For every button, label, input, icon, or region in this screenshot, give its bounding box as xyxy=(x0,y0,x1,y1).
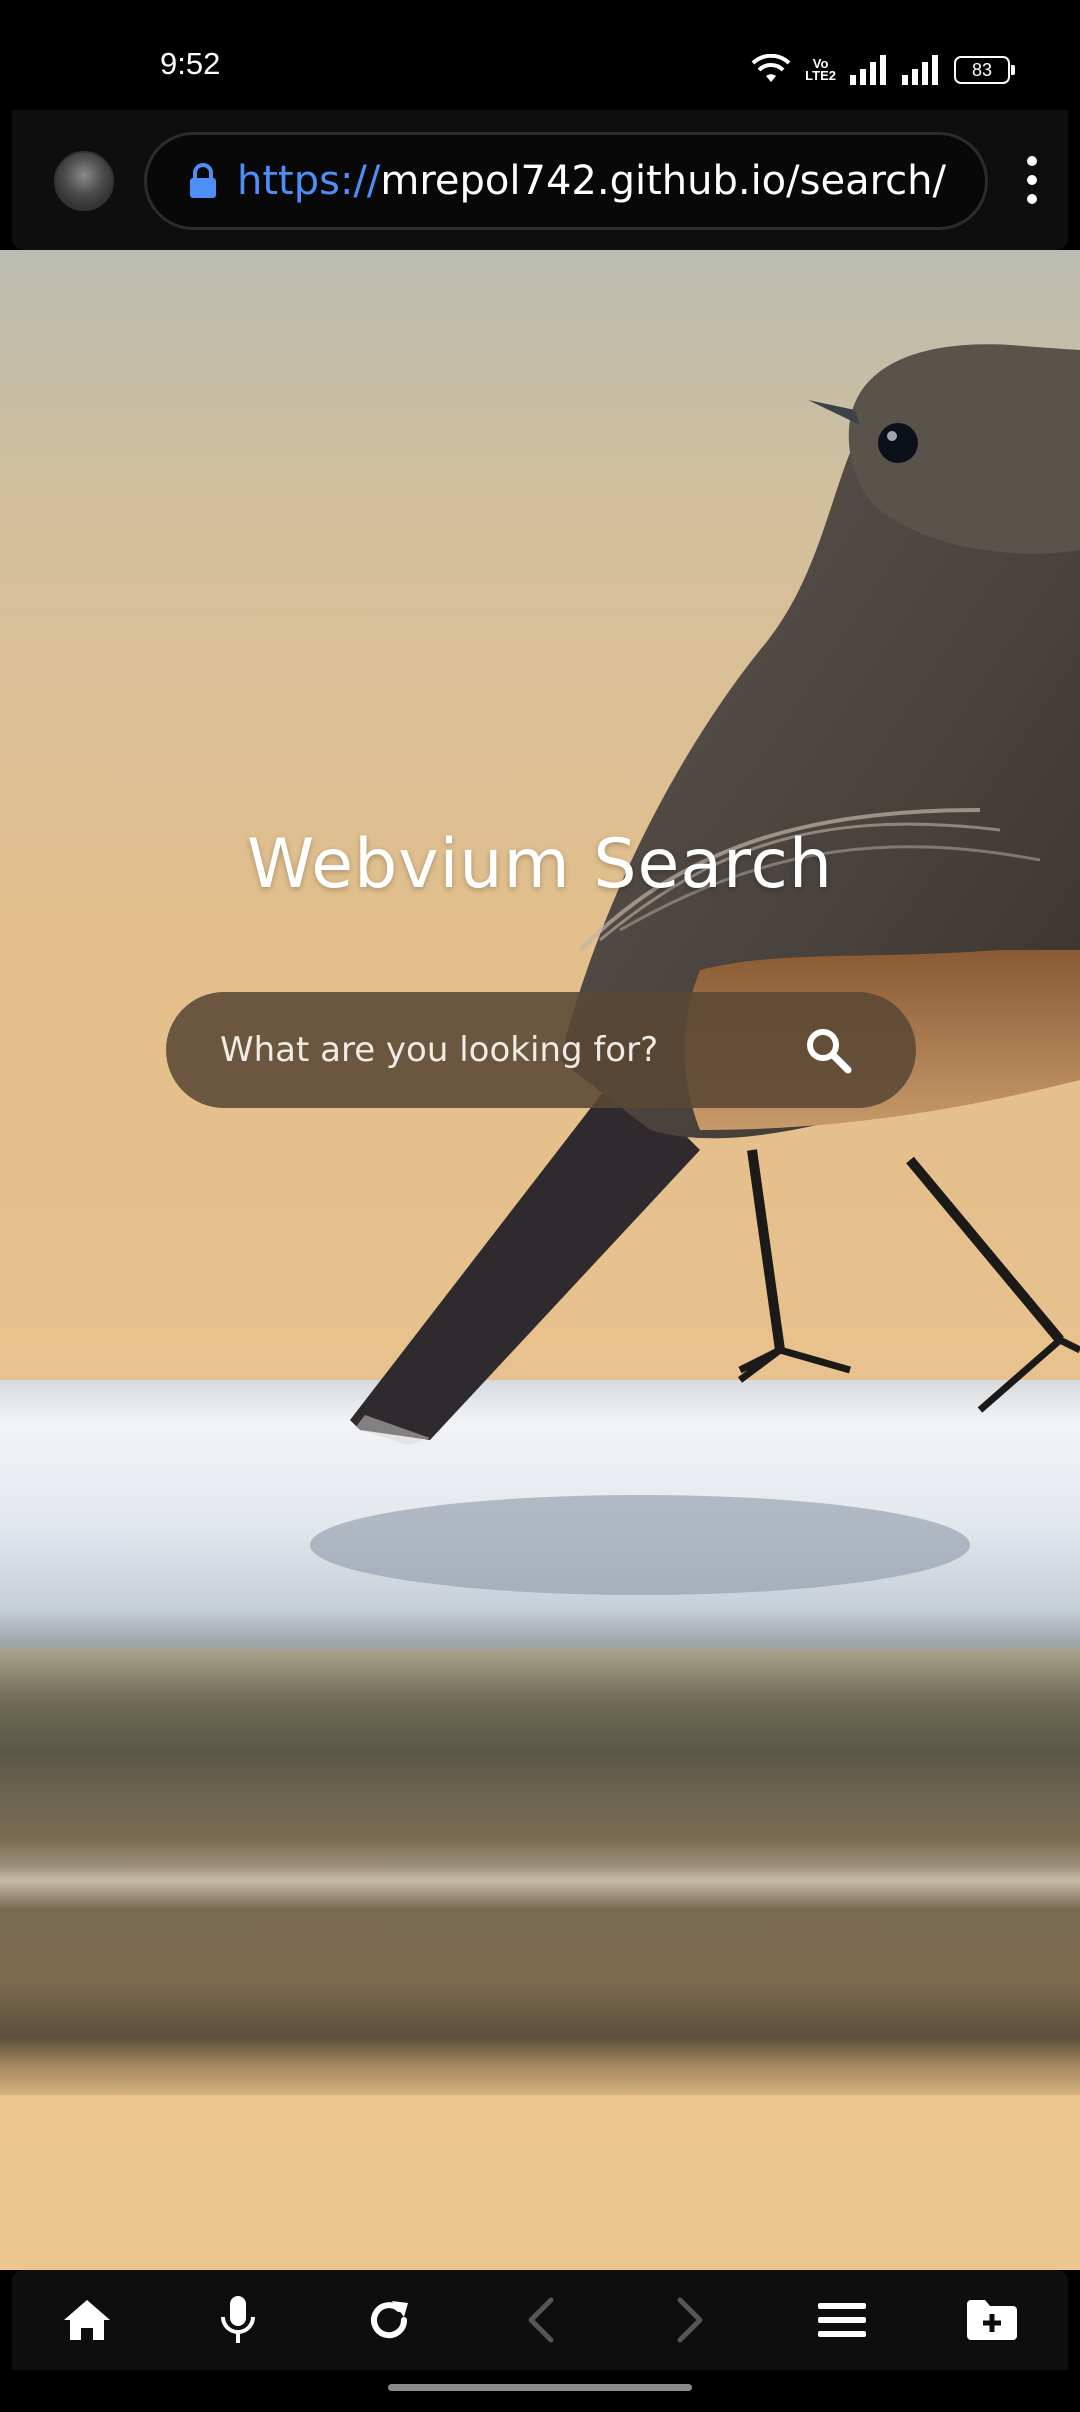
new-folder-icon xyxy=(967,2300,1018,2340)
mic-icon xyxy=(221,2296,256,2343)
background-bird-image xyxy=(310,344,1080,1595)
reload-icon xyxy=(371,2301,409,2339)
menu-icon xyxy=(817,2303,866,2337)
status-bar: 9:52 Vo LTE2 83 xyxy=(0,0,1080,110)
url-host-path: mrepol742.github.io/search/ xyxy=(380,158,946,204)
volte-icon: Vo LTE2 xyxy=(805,56,836,83)
menu-button[interactable] xyxy=(802,2280,882,2360)
web-page: Webvium Search xyxy=(0,250,1080,2270)
status-icons: Vo LTE2 83 xyxy=(751,50,1015,90)
search-box[interactable] xyxy=(166,992,916,1108)
page-title: Webvium Search xyxy=(247,825,833,904)
reload-button[interactable] xyxy=(349,2280,429,2360)
browser-toolbar: https://mrepol742.github.io/search/ xyxy=(0,110,1080,250)
forward-icon xyxy=(677,2297,703,2343)
search-icon[interactable] xyxy=(804,1026,852,1074)
url-text: https://mrepol742.github.io/search/ xyxy=(237,158,946,204)
battery-indicator: 83 xyxy=(954,56,1015,84)
voice-search-button[interactable] xyxy=(198,2280,278,2360)
address-bar[interactable]: https://mrepol742.github.io/search/ xyxy=(144,132,988,230)
avatar[interactable] xyxy=(54,151,114,211)
signal-icon xyxy=(902,55,938,85)
home-icon xyxy=(64,2300,111,2340)
status-time: 9:52 xyxy=(160,46,221,81)
home-button[interactable] xyxy=(47,2280,127,2360)
toolbar-surface: https://mrepol742.github.io/search/ xyxy=(12,110,1068,250)
more-vert-icon[interactable] xyxy=(1022,156,1042,204)
signal-icon xyxy=(850,55,886,85)
wifi-icon xyxy=(751,54,791,82)
lock-icon xyxy=(190,163,216,198)
home-indicator[interactable] xyxy=(388,2384,692,2391)
new-folder-button[interactable] xyxy=(952,2280,1032,2360)
url-scheme: https:// xyxy=(237,158,381,204)
back-button[interactable] xyxy=(500,2280,580,2360)
bottom-nav-bar xyxy=(12,2270,1068,2370)
forward-button[interactable] xyxy=(651,2280,731,2360)
back-icon xyxy=(528,2297,554,2343)
search-input[interactable] xyxy=(218,1029,782,1071)
